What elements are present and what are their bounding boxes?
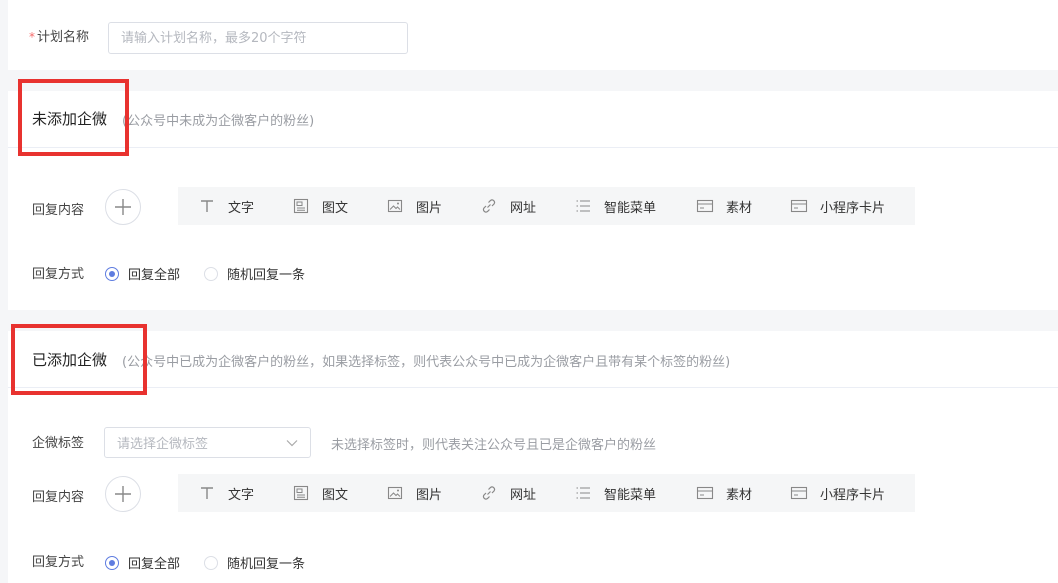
tool-link[interactable]: 网址 bbox=[480, 187, 574, 225]
radio-reply-all[interactable]: 回复全部 bbox=[105, 264, 180, 283]
reply-mode-radio-group: 回复全部 随机回复一条 bbox=[105, 264, 305, 283]
menu-list-icon bbox=[574, 484, 592, 502]
text-icon bbox=[198, 484, 216, 502]
tool-label: 文字 bbox=[228, 200, 255, 216]
radio-dot bbox=[204, 555, 219, 570]
article-icon bbox=[292, 484, 310, 502]
section-not-added-card: 未添加企微 (公众号中未成为企微客户的粉丝) 回复内容 文字 图文 图片 网址 … bbox=[8, 91, 1058, 310]
tag-label: 企微标签 bbox=[32, 436, 85, 451]
radio-dot bbox=[204, 266, 219, 281]
radio-label: 随机回复一条 bbox=[227, 268, 306, 283]
tool-smart-menu[interactable]: 智能菜单 bbox=[574, 474, 696, 512]
reply-content-label: 回复内容 bbox=[32, 203, 85, 218]
text-icon bbox=[198, 197, 216, 215]
radio-label: 回复全部 bbox=[128, 557, 181, 572]
tool-image[interactable]: 图片 bbox=[386, 187, 480, 225]
article-icon bbox=[292, 197, 310, 215]
mini-program-card-icon bbox=[790, 197, 808, 215]
plus-icon bbox=[115, 486, 131, 502]
section-divider bbox=[8, 147, 1058, 148]
material-icon bbox=[696, 484, 714, 502]
add-reply-button[interactable] bbox=[105, 476, 141, 512]
plan-name-label-text: 计划名称 bbox=[37, 30, 90, 45]
tool-text[interactable]: 文字 bbox=[198, 187, 292, 225]
required-mark: * bbox=[29, 30, 35, 44]
tool-label: 智能菜单 bbox=[604, 487, 657, 503]
radio-label: 随机回复一条 bbox=[227, 557, 306, 572]
radio-reply-all[interactable]: 回复全部 bbox=[105, 553, 180, 572]
link-icon bbox=[480, 197, 498, 215]
tool-label: 小程序卡片 bbox=[820, 200, 886, 216]
tool-label: 智能菜单 bbox=[604, 200, 657, 216]
plan-name-label: * 计划名称 bbox=[29, 26, 89, 45]
tool-link[interactable]: 网址 bbox=[480, 474, 574, 512]
plan-name-input[interactable] bbox=[108, 22, 408, 54]
mini-program-card-icon bbox=[790, 484, 808, 502]
radio-dot bbox=[105, 555, 119, 570]
reply-mode-label: 回复方式 bbox=[32, 267, 85, 282]
highlight-box-not-added bbox=[18, 79, 129, 156]
tool-label: 图片 bbox=[416, 487, 443, 503]
tag-select[interactable]: 请选择企微标签 bbox=[104, 427, 311, 458]
reply-type-toolbar: 文字 图文 图片 网址 智能菜单 素材 小程序卡片 bbox=[178, 474, 915, 512]
section-not-added-hint: (公众号中未成为企微客户的粉丝) bbox=[122, 114, 315, 129]
tool-label: 文字 bbox=[228, 487, 255, 503]
tool-label: 图文 bbox=[322, 487, 349, 503]
tool-mini-program-card[interactable]: 小程序卡片 bbox=[790, 187, 900, 225]
tool-label: 网址 bbox=[510, 200, 537, 216]
tool-label: 图片 bbox=[416, 200, 443, 216]
tool-label: 网址 bbox=[510, 487, 537, 503]
tool-smart-menu[interactable]: 智能菜单 bbox=[574, 187, 696, 225]
tool-label: 小程序卡片 bbox=[820, 487, 886, 503]
add-reply-button[interactable] bbox=[105, 189, 141, 225]
reply-content-label: 回复内容 bbox=[32, 490, 85, 505]
plan-name-card: * 计划名称 bbox=[8, 0, 1058, 70]
section-divider bbox=[8, 387, 1058, 388]
link-icon bbox=[480, 484, 498, 502]
tool-image[interactable]: 图片 bbox=[386, 474, 480, 512]
menu-list-icon bbox=[574, 197, 592, 215]
radio-random-one[interactable]: 随机回复一条 bbox=[204, 553, 305, 572]
chevron-down-icon bbox=[286, 439, 298, 446]
tool-label: 图文 bbox=[322, 200, 349, 216]
section-added-card: 已添加企微 (公众号中已成为企微客户的粉丝，如果选择标签，则代表公众号中已成为企… bbox=[8, 331, 1058, 583]
tool-article[interactable]: 图文 bbox=[292, 187, 386, 225]
radio-dot bbox=[105, 266, 119, 281]
section-added-hint: (公众号中已成为企微客户的粉丝，如果选择标签，则代表公众号中已成为企微客户且带有… bbox=[122, 355, 731, 370]
tool-text[interactable]: 文字 bbox=[198, 474, 292, 512]
reply-mode-radio-group: 回复全部 随机回复一条 bbox=[105, 553, 305, 572]
tag-hint: 未选择标签时，则代表关注公众号且已是企微客户的粉丝 bbox=[331, 438, 657, 453]
tool-mini-program-card[interactable]: 小程序卡片 bbox=[790, 474, 900, 512]
radio-random-one[interactable]: 随机回复一条 bbox=[204, 264, 305, 283]
material-icon bbox=[696, 197, 714, 215]
image-icon bbox=[386, 484, 404, 502]
plus-icon bbox=[115, 199, 131, 215]
tool-material[interactable]: 素材 bbox=[696, 474, 790, 512]
reply-type-toolbar: 文字 图文 图片 网址 智能菜单 素材 小程序卡片 bbox=[178, 187, 915, 225]
tool-article[interactable]: 图文 bbox=[292, 474, 386, 512]
highlight-box-added bbox=[11, 324, 147, 395]
reply-mode-label: 回复方式 bbox=[32, 555, 85, 570]
tool-material[interactable]: 素材 bbox=[696, 187, 790, 225]
tag-select-placeholder: 请选择企微标签 bbox=[117, 437, 209, 452]
tool-label: 素材 bbox=[726, 200, 753, 216]
tool-label: 素材 bbox=[726, 487, 753, 503]
image-icon bbox=[386, 197, 404, 215]
radio-label: 回复全部 bbox=[128, 268, 181, 283]
